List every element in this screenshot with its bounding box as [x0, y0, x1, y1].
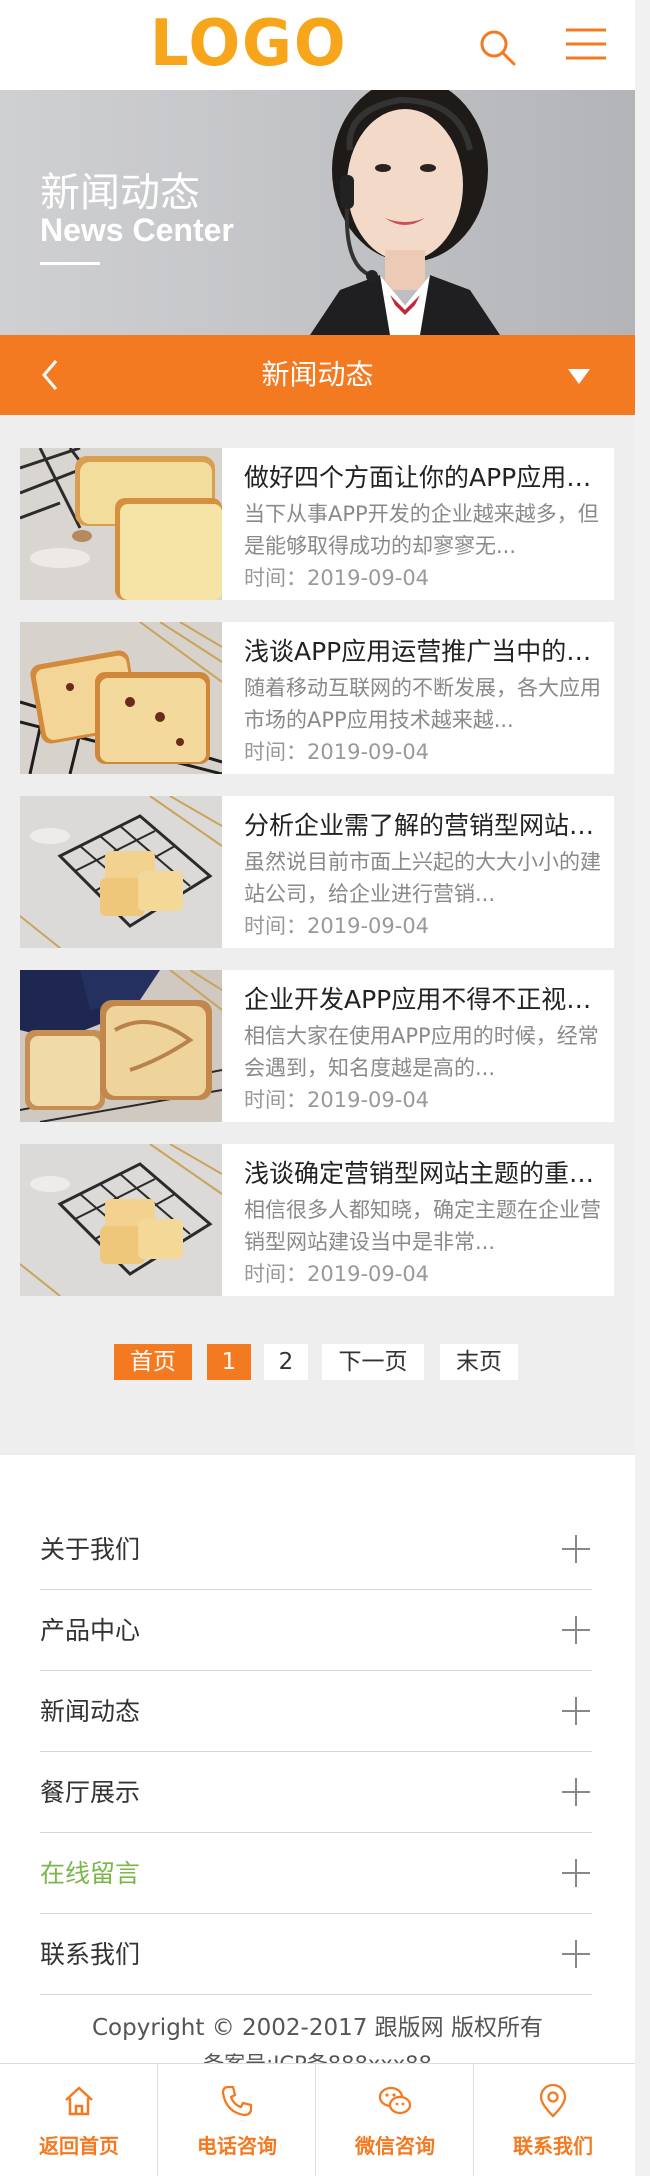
news-date: 时间：2019-09-04	[244, 1088, 430, 1112]
news-date: 时间：2019-09-04	[244, 914, 430, 938]
category-bar: 新闻动态	[0, 335, 635, 415]
wechat-icon	[378, 2086, 412, 2115]
news-thumbnail	[20, 448, 222, 600]
tab-label: 微信咨询	[355, 2134, 435, 2158]
home-icon	[65, 2086, 93, 2116]
news-description: 随着移动互联网的不断发展，各大应用市场的APP应用技术越来越...	[244, 676, 601, 732]
news-description: 相信大家在使用APP应用的时候，经常会遇到，知名度越是高的...	[244, 1024, 599, 1080]
news-thumbnail	[20, 970, 222, 1122]
menu-icon[interactable]	[564, 24, 608, 64]
location-pin-icon	[539, 2084, 567, 2118]
news-title[interactable]: 分析企业需了解的营销型网站建设	[244, 808, 600, 844]
plus-icon[interactable]	[562, 1940, 590, 1968]
pagination-next[interactable]: 下一页	[322, 1344, 424, 1380]
footer-nav-label: 在线留言	[40, 1859, 141, 1888]
news-item[interactable]: 企业开发APP应用不得不正视的问题 相信大家在使用APP应用的时候，经常会遇到，…	[20, 970, 614, 1122]
bottom-tab-bar: 返回首页 电话咨询 微信咨询 联系我们	[0, 2063, 635, 2176]
news-title[interactable]: 做好四个方面让你的APP应用运营推广	[244, 460, 600, 496]
tab-contact[interactable]: 联系我们	[474, 2064, 632, 2176]
pagination-first[interactable]: 首页	[114, 1344, 192, 1380]
search-icon[interactable]	[478, 28, 518, 68]
pagination-page-1[interactable]: 1	[207, 1344, 251, 1380]
tab-label: 电话咨询	[197, 2134, 277, 2158]
tab-wechat[interactable]: 微信咨询	[316, 2064, 474, 2176]
news-item[interactable]: 分析企业需了解的营销型网站建设 虽然说目前市面上兴起的大大小小的建站公司，给企业…	[20, 796, 614, 948]
footer: 关于我们 产品中心 新闻动态 餐厅展示 在线留言 联系我们	[0, 1455, 635, 2065]
pagination-last[interactable]: 末页	[440, 1344, 518, 1380]
header: LOGO	[0, 0, 635, 90]
footer-nav-products[interactable]: 产品中心	[40, 1590, 592, 1671]
news-title[interactable]: 企业开发APP应用不得不正视的问题	[244, 982, 600, 1018]
dropdown-triangle-icon[interactable]	[568, 367, 590, 385]
news-description: 当下从事APP开发的企业越来越多，但是能够取得成功的却寥寥无...	[244, 502, 599, 558]
news-item[interactable]: 浅谈APP应用运营推广当中的要点 随着移动互联网的不断发展，各大应用市场的APP…	[20, 622, 614, 774]
plus-icon[interactable]	[562, 1616, 590, 1644]
logo-text: LOGO	[150, 7, 348, 81]
footer-nav-contact[interactable]: 联系我们	[40, 1914, 592, 1995]
news-date: 时间：2019-09-04	[244, 1262, 430, 1286]
footer-nav-label: 联系我们	[40, 1940, 141, 1969]
footer-nav-about[interactable]: 关于我们	[40, 1509, 592, 1590]
tab-label: 联系我们	[513, 2134, 593, 2158]
tab-label: 返回首页	[39, 2134, 119, 2158]
tab-phone[interactable]: 电话咨询	[158, 2064, 316, 2176]
banner-title-en: News Center	[40, 212, 234, 248]
plus-icon[interactable]	[562, 1535, 590, 1563]
news-description: 相信很多人都知晓，确定主题在企业营销型网站建设当中是非常...	[244, 1198, 601, 1254]
tab-home[interactable]: 返回首页	[0, 2064, 158, 2176]
footer-nav-label: 新闻动态	[40, 1697, 141, 1726]
footer-nav-news[interactable]: 新闻动态	[40, 1671, 592, 1752]
plus-icon[interactable]	[562, 1697, 590, 1725]
news-item[interactable]: 做好四个方面让你的APP应用运营推广 当下从事APP开发的企业越来越多，但是能够…	[20, 448, 614, 600]
footer-nav-restaurant[interactable]: 餐厅展示	[40, 1752, 592, 1833]
news-date: 时间：2019-09-04	[244, 740, 430, 764]
footer-nav-message[interactable]: 在线留言	[40, 1833, 592, 1914]
logo[interactable]: LOGO	[150, 7, 348, 81]
footer-nav-label: 产品中心	[40, 1616, 141, 1645]
footer-nav-label: 餐厅展示	[40, 1778, 141, 1807]
news-thumbnail	[20, 796, 222, 948]
news-thumbnail	[20, 1144, 222, 1296]
phone-icon	[221, 2085, 253, 2117]
footer-nav-label: 关于我们	[40, 1535, 141, 1564]
news-thumbnail	[20, 622, 222, 774]
scrollbar[interactable]	[635, 0, 650, 2176]
page: LOGO 新闻动态 News Center 新闻动态 做好四个方面让你的APP应…	[0, 0, 635, 2176]
news-title[interactable]: 浅谈APP应用运营推广当中的要点	[244, 634, 600, 670]
banner-underline	[40, 262, 100, 265]
news-date: 时间：2019-09-04	[244, 566, 430, 590]
category-title: 新闻动态	[261, 358, 374, 391]
plus-icon[interactable]	[562, 1859, 590, 1887]
banner-title-cn: 新闻动态	[40, 170, 200, 216]
copyright: Copyright © 2002-2017 跟版网 版权所有	[92, 2015, 543, 2041]
news-description: 虽然说目前市面上兴起的大大小小的建站公司，给企业进行营销...	[244, 850, 601, 906]
news-item[interactable]: 浅谈确定营销型网站主题的重要性 相信很多人都知晓，确定主题在企业营销型网站建设当…	[20, 1144, 614, 1296]
banner: 新闻动态 News Center	[0, 90, 635, 335]
news-title[interactable]: 浅谈确定营销型网站主题的重要性	[244, 1156, 600, 1192]
pagination: 首页 1 2 下一页 末页	[0, 1344, 635, 1380]
plus-icon[interactable]	[562, 1778, 590, 1806]
pagination-page-2[interactable]: 2	[264, 1344, 308, 1380]
